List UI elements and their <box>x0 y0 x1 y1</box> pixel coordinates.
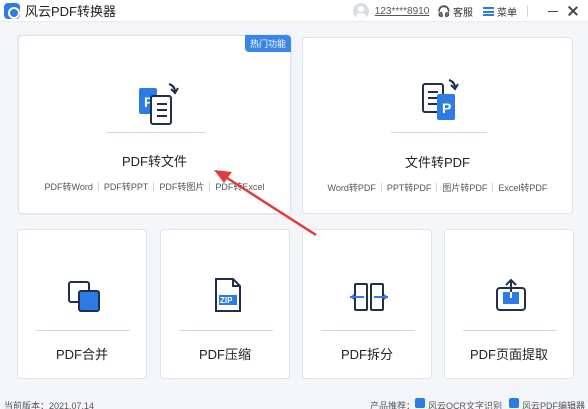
recommend-label: 产品推荐： <box>370 401 416 409</box>
pdf-editor-app-icon <box>509 398 519 408</box>
version-text: 当前版本：2021.07.14 <box>4 401 95 409</box>
footer: 当前版本：2021.07.14 产品推荐： 风云OCR文字识别 风云PDF编辑器 <box>0 398 588 409</box>
ocr-app-icon <box>415 398 425 408</box>
annotation-arrow <box>214 170 317 237</box>
pdf-editor-product-link[interactable]: 风云PDF编辑器 <box>522 399 585 409</box>
ocr-product-link[interactable]: 风云OCR文字识别 <box>428 399 502 409</box>
